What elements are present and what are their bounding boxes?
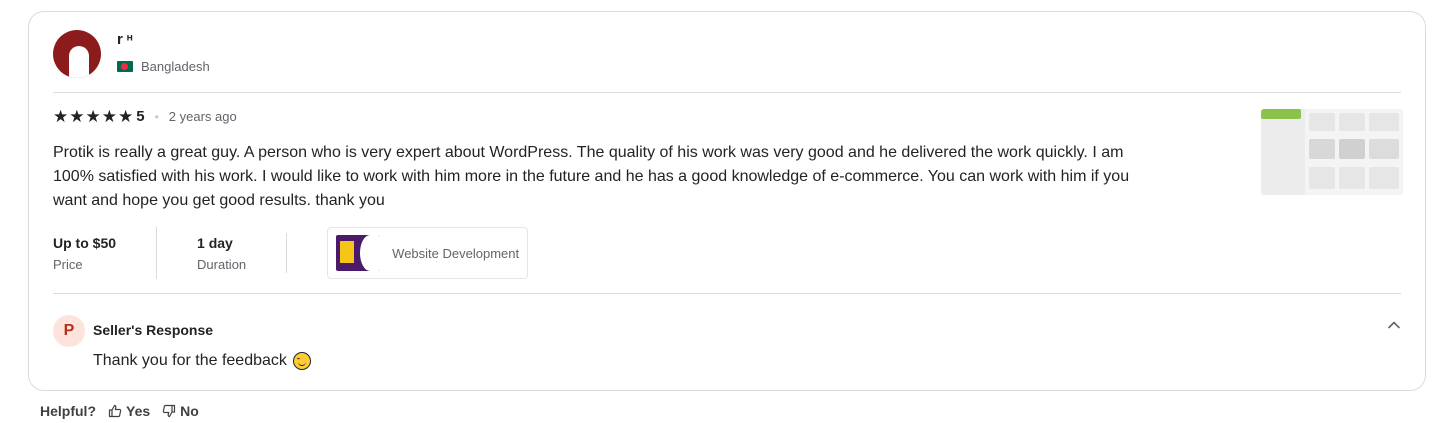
divider xyxy=(53,92,1401,93)
price-label: Price xyxy=(53,256,83,272)
star-icon: ★ xyxy=(69,107,85,126)
star-icon: ★ xyxy=(53,107,69,126)
review-time: 2 years ago xyxy=(168,109,237,124)
reviewer-avatar[interactable] xyxy=(53,30,101,78)
helpful-yes-label: Yes xyxy=(126,403,151,419)
thumbs-up-icon xyxy=(108,404,122,418)
reviewer-name[interactable]: r ᵸ xyxy=(117,31,133,48)
helpful-label: Helpful? xyxy=(40,403,96,419)
seller-response-text: Thank you for the feedback xyxy=(93,352,311,370)
reviewer-country: Bangladesh xyxy=(117,59,210,74)
helpful-yes-button[interactable]: Yes xyxy=(108,403,150,419)
rating-value: 5 xyxy=(136,108,145,125)
helpful-row: Helpful? Yes No xyxy=(40,403,199,419)
thumbs-down-icon xyxy=(162,404,176,418)
gig-label: Website Development xyxy=(392,245,520,261)
rating-row: ★ ★ ★ ★ ★ 5 • 2 years ago xyxy=(53,108,237,125)
country-label: Bangladesh xyxy=(141,59,210,74)
portfolio-thumbnail[interactable] xyxy=(1261,109,1403,195)
smiling-face-emoji-icon xyxy=(292,352,311,370)
divider xyxy=(53,293,1401,294)
divider xyxy=(286,233,288,273)
separator-dot: • xyxy=(154,109,159,124)
price-info: Up to $50 Price xyxy=(53,227,156,279)
star-rating: ★ ★ ★ ★ ★ xyxy=(53,108,133,125)
price-value: Up to $50 xyxy=(53,234,117,251)
review-card: r ᵸ Bangladesh ★ ★ ★ ★ ★ 5 • 2 years ago… xyxy=(28,11,1426,391)
star-icon: ★ xyxy=(118,107,134,126)
star-icon: ★ xyxy=(85,107,101,126)
duration-info: 1 day Duration xyxy=(156,227,286,279)
chevron-up-icon[interactable] xyxy=(1387,318,1401,332)
gig-thumbnail xyxy=(336,235,381,271)
seller-response-message: Thank you for the feedback xyxy=(93,352,287,369)
helpful-no-label: No xyxy=(180,403,199,419)
seller-response-title: Seller's Response xyxy=(93,322,214,338)
bangladesh-flag-icon xyxy=(117,61,133,72)
gig-card[interactable]: Website Development xyxy=(327,227,529,279)
duration-value: 1 day xyxy=(197,234,233,251)
helpful-no-button[interactable]: No xyxy=(162,403,199,419)
star-icon: ★ xyxy=(101,107,117,126)
duration-label: Duration xyxy=(197,256,247,272)
order-meta: Up to $50 Price 1 day Duration Website D… xyxy=(53,227,529,279)
seller-avatar: P xyxy=(53,315,85,347)
review-text: Protik is really a great guy. A person w… xyxy=(53,144,1130,209)
